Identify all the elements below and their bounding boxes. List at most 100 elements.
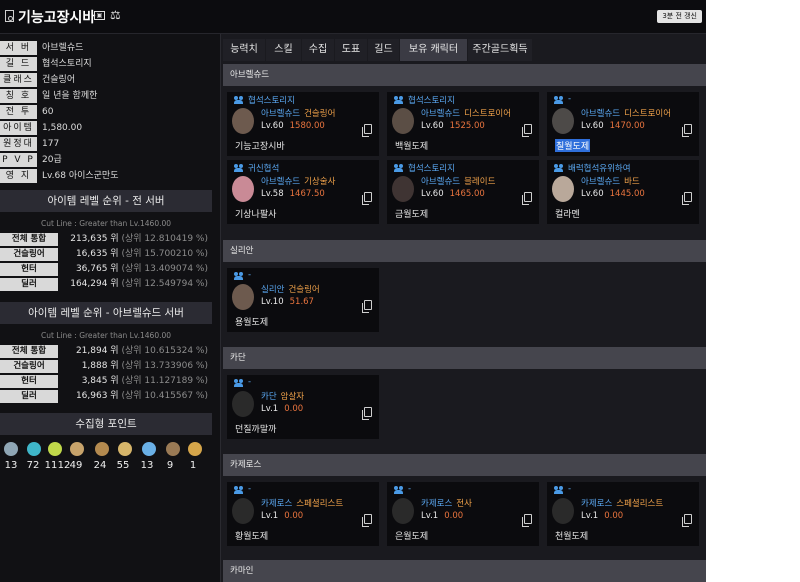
server-class-line: 아브렐슈드 디스트로이어	[581, 107, 671, 119]
server-header: 카제로스	[223, 454, 706, 476]
bookmark-icon[interactable]	[5, 10, 14, 22]
rank-label: 전체 통합	[0, 233, 58, 246]
guild-name: 협석스토리지	[408, 96, 455, 106]
profile-row: 서 버 아브렐슈드	[0, 40, 214, 56]
rank-percent: (상위 12.810419 %)	[121, 234, 208, 244]
item-level: 0.00	[284, 511, 304, 521]
character-level: Lv.1	[261, 404, 279, 414]
rank-row: 헌터 3,845 위 (상위 11.127189 %)	[0, 374, 212, 389]
character-level: Lv.1	[261, 511, 279, 521]
rank-percent: (상위 12.549794 %)	[121, 279, 208, 289]
world-tree-leaf-icon	[118, 442, 132, 456]
profile-card-icon[interactable]: ▣	[94, 11, 105, 20]
avatar	[392, 176, 414, 202]
rank-number: 16,963 위	[75, 391, 119, 401]
guild-name: 협석스토리지	[248, 96, 295, 106]
guild-name: -	[568, 484, 572, 494]
server-class-line: 카제로스 전사	[421, 497, 472, 509]
level-line: Lv.60 1580.00	[261, 121, 325, 131]
igneas-token-icon	[142, 442, 156, 456]
character-server: 카단	[261, 392, 277, 402]
rank-percent: (상위 10.415567 %)	[121, 391, 208, 401]
character-class: 스페셜리스트	[616, 499, 664, 509]
orpheus-star-icon	[27, 442, 41, 456]
character-card[interactable]: - 실리안 건슬링어 Lv.10 51.67 용월도제	[227, 268, 379, 332]
tab-6[interactable]: 주간골드획득	[468, 39, 532, 61]
character-card[interactable]: - 카단 암살자 Lv.1 0.00 던질까말까	[227, 375, 379, 439]
tab-0[interactable]: 능력치	[223, 39, 265, 61]
character-server: 아브렐슈드	[581, 177, 621, 187]
rank-percent: (상위 15.700210 %)	[121, 249, 208, 259]
character-card[interactable]: - 카제로스 스페셜리스트 Lv.1 0.00 천월도제	[547, 482, 699, 546]
copy-icon[interactable]	[522, 514, 532, 527]
character-name: 컬라멘	[555, 210, 580, 220]
character-level: Lv.60	[581, 189, 604, 199]
character-class: 디스트로이어	[624, 109, 672, 119]
character-card[interactable]: - 카제로스 스페셜리스트 Lv.1 0.00 황월도제	[227, 482, 379, 546]
character-class: 바드	[624, 177, 640, 187]
copy-icon[interactable]	[682, 124, 692, 137]
character-name: 던질까말까	[235, 425, 277, 435]
guild-name: 귀신협석	[248, 164, 280, 174]
level-line: Lv.1 0.00	[261, 511, 303, 521]
tab-2[interactable]: 수집	[302, 39, 334, 61]
copy-icon[interactable]	[362, 124, 372, 137]
scale-icon[interactable]: ⚖	[110, 8, 121, 22]
character-card[interactable]: - 카제로스 전사 Lv.1 0.00 은월도제	[387, 482, 539, 546]
character-card[interactable]: 협석스토리지 아브렐슈드 블레이드 Lv.60 1465.00 금월도제	[387, 160, 539, 224]
rank-row: 딜러 164,294 위 (상위 12.549794 %)	[0, 277, 212, 292]
character-card[interactable]: 귀신협석 아브렐슈드 기상술사 Lv.58 1467.50 기상나팔사	[227, 160, 379, 224]
character-card[interactable]: 배럭협석유위하여 아브렐슈드 바드 Lv.60 1445.00 컬라멘	[547, 160, 699, 224]
island-heart-icon	[4, 442, 18, 456]
collection-value: 1	[189, 460, 197, 471]
guild-name: 배럭협석유위하여	[568, 164, 631, 174]
character-server: 아브렐슈드	[261, 109, 301, 119]
copy-icon[interactable]	[522, 192, 532, 205]
character-class: 건슬링어	[304, 109, 336, 119]
item-level: 1470.00	[609, 121, 645, 131]
copy-icon[interactable]	[362, 514, 372, 527]
character-class: 건슬링어	[288, 285, 320, 295]
character-card[interactable]: 협석스토리지 아브렐슈드 건슬링어 Lv.60 1580.00 기능고장시바	[227, 92, 379, 156]
character-name: 용월도제	[235, 318, 269, 328]
character-class: 기상술사	[304, 177, 336, 187]
level-line: Lv.1 0.00	[421, 511, 463, 521]
character-name-title: 기능고장시바	[18, 10, 96, 26]
tab-5[interactable]: 보유 캐릭터	[400, 39, 467, 61]
avatar	[232, 176, 254, 202]
copy-icon[interactable]	[682, 514, 692, 527]
guild-icon	[554, 96, 564, 104]
guild-icon	[554, 486, 564, 494]
level-line: Lv.1 0.00	[581, 511, 623, 521]
character-name: 칠월도제	[555, 139, 591, 152]
rank-label: 헌터	[0, 263, 58, 276]
profile-value: 건슬링어	[42, 75, 76, 85]
character-card[interactable]: - 아브렐슈드 디스트로이어 Lv.60 1470.00 칠월도제	[547, 92, 699, 156]
tab-1[interactable]: 스킬	[266, 39, 301, 61]
profile-label: 길 드	[0, 57, 37, 71]
copy-icon[interactable]	[522, 124, 532, 137]
copy-icon[interactable]	[362, 300, 372, 313]
copy-icon[interactable]	[362, 407, 372, 420]
character-class: 디스트로이어	[464, 109, 512, 119]
rank-value: 36,765 위 (상위 13.409074 %)	[76, 263, 208, 276]
rank-value: 16,963 위 (상위 10.415567 %)	[76, 390, 208, 403]
app-window: 기능고장시바 ▣ ⚖ 3분 전 갱신 서 버 아브렐슈드 길 드 협석스토리지 클래스 건…	[0, 0, 706, 582]
copy-icon[interactable]	[362, 192, 372, 205]
ignea-icon	[188, 442, 202, 456]
item-level: 1525.00	[449, 121, 485, 131]
character-card[interactable]: 협석스토리지 아브렐슈드 디스트로이어 Lv.60 1525.00 백월도제	[387, 92, 539, 156]
avatar	[552, 108, 574, 134]
tab-3[interactable]: 도표	[335, 39, 367, 61]
collection-value: 55	[116, 460, 130, 471]
tab-4[interactable]: 길드	[368, 39, 399, 61]
rank-value: 16,635 위 (상위 15.700210 %)	[76, 248, 208, 261]
rank-server-cutline: Cut Line : Greater than Lv.1460.00	[40, 331, 172, 340]
server-header: 카단	[223, 347, 706, 369]
copy-icon[interactable]	[682, 192, 692, 205]
refresh-badge[interactable]: 3분 전 갱신	[657, 10, 702, 23]
giant-heart-icon	[48, 442, 62, 456]
collection-value: 13	[140, 460, 154, 471]
character-server: 카제로스	[581, 499, 613, 509]
rank-number: 3,845 위	[81, 376, 119, 386]
